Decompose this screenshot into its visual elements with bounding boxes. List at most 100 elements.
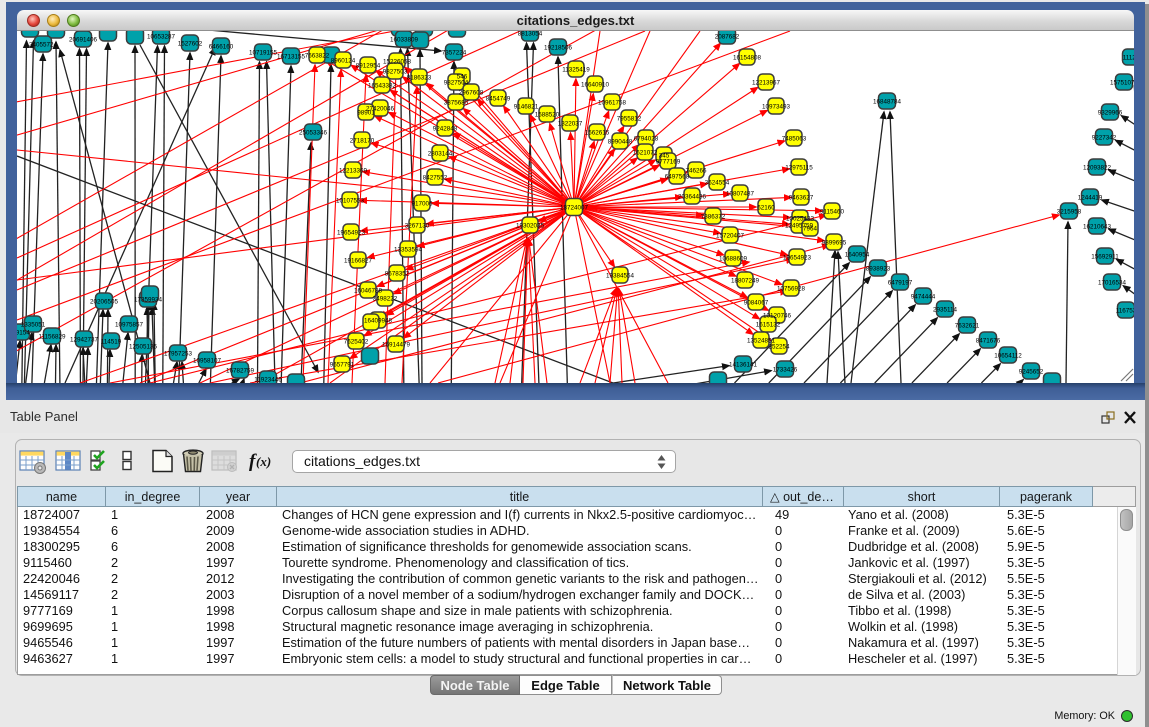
svg-text:12213967: 12213967 <box>752 80 781 87</box>
svg-text:12505135: 12505135 <box>129 344 158 351</box>
svg-text:16210643: 16210643 <box>1083 224 1112 231</box>
svg-text:8454749: 8454749 <box>486 96 511 103</box>
svg-text:6497568: 6497568 <box>665 174 690 181</box>
svg-text:8990448: 8990448 <box>608 139 633 146</box>
svg-text:10958107: 10958107 <box>193 358 222 365</box>
svg-text:1615132: 1615132 <box>756 322 781 329</box>
svg-text:1244419: 1244419 <box>1078 195 1103 202</box>
svg-text:9827504: 9827504 <box>444 80 469 87</box>
svg-text:252254: 252254 <box>768 344 790 351</box>
svg-text:12093822: 12093822 <box>1083 165 1112 172</box>
svg-text:9115460: 9115460 <box>820 209 845 216</box>
svg-text:7955812: 7955812 <box>617 116 642 123</box>
svg-text:13353594: 13353594 <box>394 247 423 254</box>
svg-text:12942737: 12942737 <box>70 337 99 344</box>
svg-text:10653287: 10653287 <box>147 34 176 41</box>
svg-text:10120746: 10120746 <box>763 313 792 320</box>
svg-text:2718170: 2718170 <box>350 138 375 145</box>
svg-text:16848784: 16848784 <box>873 99 902 106</box>
svg-text:9245652: 9245652 <box>1019 369 1044 376</box>
svg-text:9242848: 9242848 <box>433 126 458 133</box>
svg-text:7485063: 7485063 <box>782 136 807 143</box>
svg-text:17957253: 17957253 <box>164 351 193 358</box>
svg-text:9227342: 9227342 <box>1092 135 1117 142</box>
svg-text:9899695: 9899695 <box>822 240 847 247</box>
svg-text:3267130: 3267130 <box>405 223 430 230</box>
svg-text:20206505: 20206505 <box>90 299 119 306</box>
svg-text:1335051: 1335051 <box>21 322 46 329</box>
svg-text:9463627: 9463627 <box>789 195 814 202</box>
svg-text:917006: 917006 <box>411 201 433 208</box>
svg-text:18724007: 18724007 <box>560 205 589 212</box>
svg-text:24055724: 24055724 <box>29 42 58 49</box>
svg-text:12975115: 12975115 <box>785 165 813 172</box>
svg-text:3498222: 3498222 <box>373 296 398 303</box>
svg-text:16409948: 16409948 <box>364 318 393 325</box>
svg-text:10756928: 10756928 <box>777 286 806 293</box>
svg-text:11923446: 11923446 <box>254 377 282 384</box>
svg-text:15226058: 15226058 <box>383 59 412 66</box>
svg-text:1588520: 1588520 <box>535 112 560 119</box>
svg-text:12213369: 12213369 <box>339 168 368 175</box>
svg-text:6479197: 6479197 <box>888 280 913 287</box>
svg-text:8960124: 8960124 <box>331 58 356 65</box>
svg-text:1733426: 1733426 <box>773 367 798 374</box>
svg-text:8912954: 8912954 <box>356 63 381 70</box>
svg-text:19302035: 19302035 <box>516 223 545 230</box>
svg-text:9657791: 9657791 <box>330 362 355 369</box>
svg-text:2087682: 2087682 <box>715 34 740 41</box>
svg-text:16914479: 16914479 <box>382 342 411 349</box>
svg-text:17016534: 17016534 <box>1098 280 1127 287</box>
svg-text:7964: 7964 <box>803 226 818 233</box>
svg-text:10719155: 10719155 <box>249 50 278 57</box>
svg-text:8678352: 8678352 <box>385 271 410 278</box>
svg-text:10025433: 10025433 <box>786 216 815 223</box>
svg-text:10975857: 10975857 <box>115 322 144 329</box>
svg-text:8186323: 8186323 <box>407 75 432 82</box>
svg-text:20691406: 20691406 <box>69 37 98 44</box>
svg-text:62160: 62160 <box>757 205 775 212</box>
svg-text:19654923: 19654923 <box>783 255 812 262</box>
svg-text:(x): (x) <box>256 454 271 469</box>
svg-text:1527602: 1527602 <box>178 41 203 48</box>
svg-text:7386372: 7386372 <box>701 214 726 221</box>
svg-text:16543382: 16543382 <box>368 83 397 90</box>
svg-text:19166827: 19166827 <box>344 258 373 265</box>
svg-text:1322037: 1322037 <box>558 121 583 128</box>
svg-text:11124: 11124 <box>1123 55 1134 62</box>
svg-text:7632621: 7632621 <box>955 323 980 330</box>
svg-text:11325419: 11325419 <box>562 67 590 74</box>
svg-text:9146821: 9146821 <box>514 104 539 111</box>
svg-text:3215958: 3215958 <box>1057 209 1082 216</box>
svg-text:19218506: 19218506 <box>544 45 573 52</box>
svg-text:2967608: 2967608 <box>459 90 484 97</box>
svg-text:10807487: 10807487 <box>726 191 755 198</box>
svg-text:8813054: 8813054 <box>518 31 543 38</box>
svg-text:8427552: 8427552 <box>423 175 448 182</box>
svg-text:10973493: 10973493 <box>762 104 791 111</box>
svg-text:15720407: 15720407 <box>716 233 745 240</box>
svg-text:16713155: 16713155 <box>277 54 306 61</box>
svg-text:7663822: 7663822 <box>305 53 330 60</box>
svg-text:10654112: 10654112 <box>994 353 1022 360</box>
svg-text:7357224: 7357224 <box>442 50 467 57</box>
svg-text:6466160: 6466160 <box>209 44 234 51</box>
svg-text:9084067: 9084067 <box>744 300 769 307</box>
svg-text:19384554: 19384554 <box>606 273 635 280</box>
svg-text:98901: 98901 <box>357 110 375 117</box>
svg-text:7625402: 7625402 <box>344 339 369 346</box>
svg-text:25053346: 25053346 <box>299 130 328 137</box>
svg-text:15751074: 15751074 <box>1110 80 1134 87</box>
svg-text:9827503: 9827503 <box>383 69 408 76</box>
svg-text:17359934: 17359934 <box>134 297 163 304</box>
svg-text:16033809: 16033809 <box>390 37 419 44</box>
svg-text:3875685: 3875685 <box>444 100 469 107</box>
svg-text:10107553: 10107553 <box>336 198 365 205</box>
svg-text:11156829: 11156829 <box>38 334 66 341</box>
svg-text:16640910: 16640910 <box>581 82 610 89</box>
svg-text:114519: 114519 <box>101 339 122 346</box>
svg-text:16154808: 16154808 <box>733 55 762 62</box>
svg-text:9777169: 9777169 <box>656 159 681 166</box>
svg-text:20364436: 20364436 <box>678 194 707 201</box>
svg-text:8938923: 8938923 <box>866 266 891 273</box>
